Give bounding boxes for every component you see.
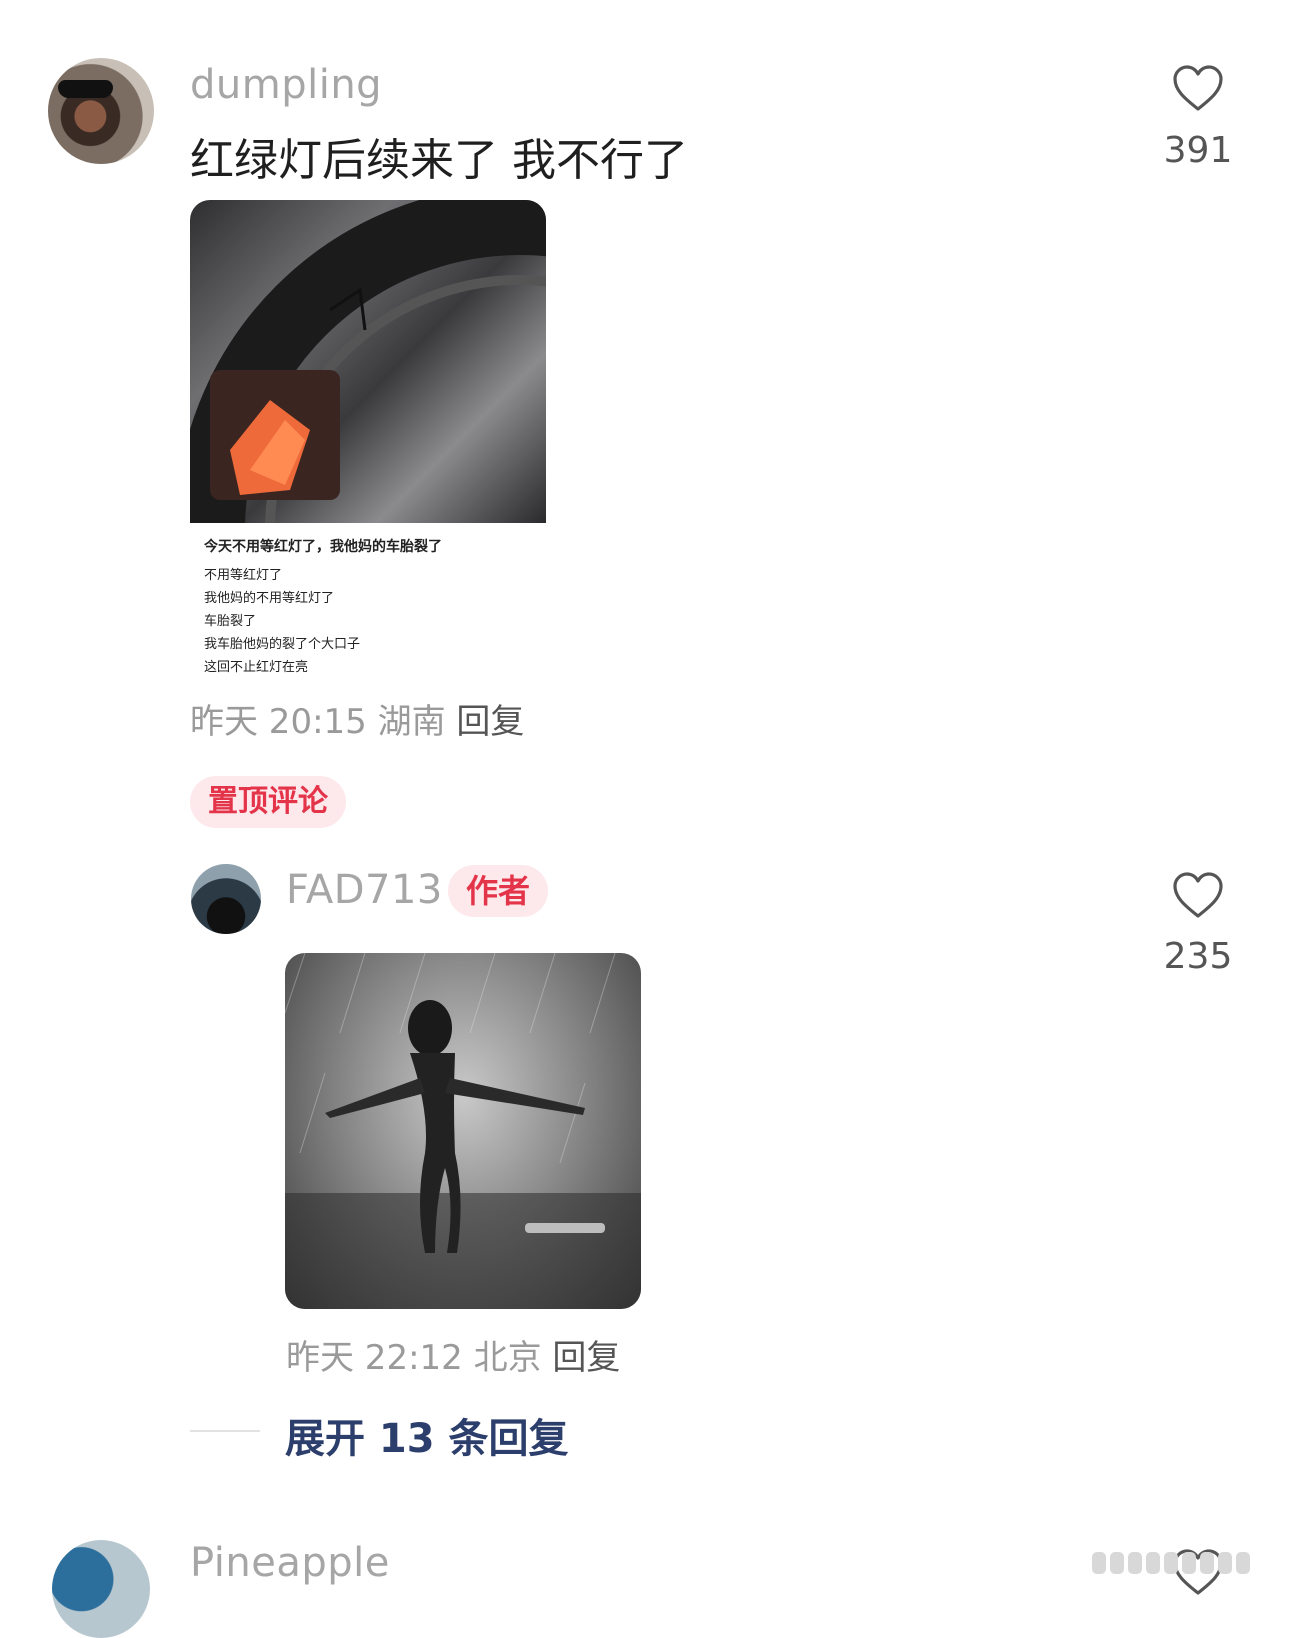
pinned-badge: 置顶评论: [190, 776, 346, 828]
reply-button[interactable]: 回复: [456, 702, 524, 742]
timestamp: 昨天 20:15: [190, 702, 367, 742]
avatar[interactable]: [48, 58, 154, 164]
comment-image[interactable]: 今天不用等红灯了，我他妈的车胎裂了 不用等红灯了 我他妈的不用等红灯了 车胎裂了…: [190, 200, 546, 684]
username[interactable]: dumpling: [190, 62, 382, 108]
reply-button[interactable]: 回复: [552, 1338, 620, 1378]
caption-line: 车胎裂了: [204, 614, 257, 629]
reply-meta: 昨天 22:12 北京 回复: [286, 1330, 620, 1379]
username[interactable]: Pineapple: [190, 1540, 390, 1586]
caption-line: 我他妈的不用等红灯了: [204, 591, 335, 606]
expand-replies-button[interactable]: 展开 13 条回复: [285, 1406, 569, 1464]
image-caption: 今天不用等红灯了，我他妈的车胎裂了 不用等红灯了 我他妈的不用等红灯了 车胎裂了…: [204, 536, 534, 679]
username[interactable]: FAD713: [286, 867, 443, 913]
caption-line: 不用等红灯了: [204, 568, 283, 583]
caption-line: 这回不止红灯在亮: [204, 660, 309, 675]
like-count: 391: [1163, 130, 1233, 171]
heart-outline-icon[interactable]: [1172, 871, 1224, 919]
location: 湖南: [377, 702, 446, 742]
caption-line: 我车胎他妈的裂了个大口子: [204, 637, 361, 652]
like-count: 235: [1163, 936, 1233, 977]
author-badge: 作者: [448, 865, 549, 917]
divider: [190, 1430, 260, 1432]
caption-line: 今天不用等红灯了，我他妈的车胎裂了: [204, 539, 442, 555]
comment-meta: 昨天 20:15 湖南 回复: [190, 694, 524, 743]
avatar[interactable]: [191, 864, 261, 934]
comment-text: 红绿灯后续来了 我不行了: [190, 135, 688, 186]
tire-photo: [190, 200, 546, 523]
watermark-bars: [1092, 1552, 1270, 1574]
reply-image[interactable]: [285, 953, 641, 1309]
timestamp: 昨天 22:12: [286, 1338, 463, 1378]
avatar[interactable]: [52, 1540, 150, 1638]
heart-outline-icon[interactable]: [1172, 64, 1224, 112]
location: 北京: [473, 1338, 542, 1378]
